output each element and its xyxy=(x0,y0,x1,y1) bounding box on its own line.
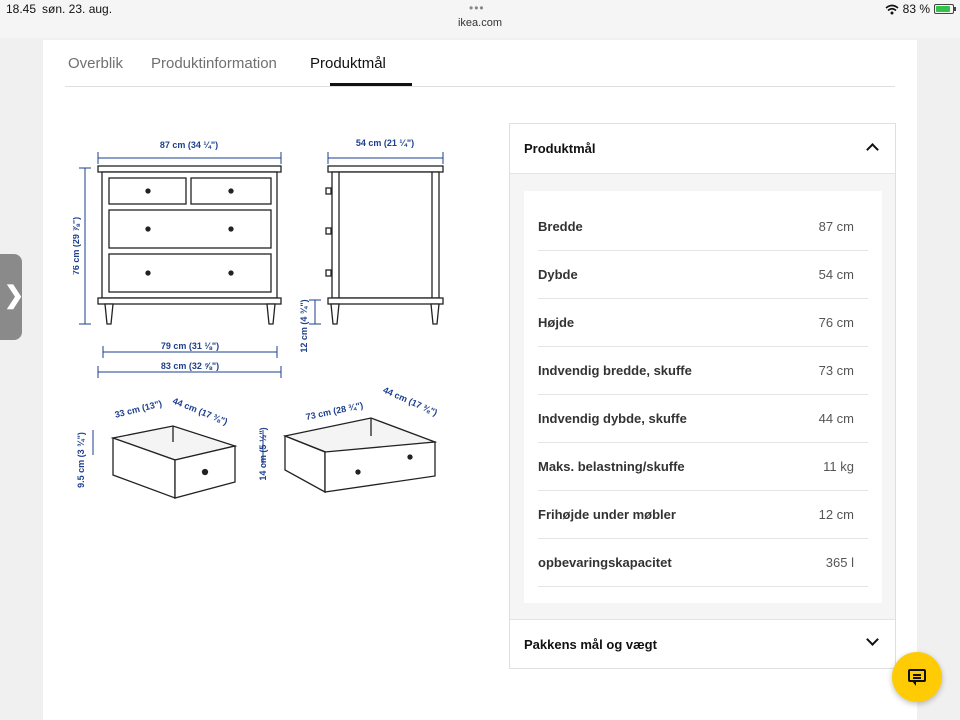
chevron-right-icon: ❯ xyxy=(4,282,25,309)
dimension-label: Frihøjde under møbler xyxy=(538,507,676,522)
chat-icon xyxy=(908,669,926,686)
dimensions-accordion-title: Produktmål xyxy=(524,141,596,156)
active-tab-indicator xyxy=(330,83,412,86)
dimension-label: Maks. belastning/skuffe xyxy=(538,459,685,474)
dimension-label: Indvendig bredde, skuffe xyxy=(538,363,692,378)
package-accordion-title: Pakkens mål og vægt xyxy=(524,637,657,652)
status-right: 83 % xyxy=(885,2,956,16)
label-small-drawer-height: 9.5 cm (3 ¾") xyxy=(76,432,86,488)
dimension-label: Højde xyxy=(538,315,575,330)
dimension-row: Maks. belastning/skuffe 11 kg xyxy=(538,443,868,491)
label-large-drawer-depth: 44 cm (17 ⅜") xyxy=(382,385,439,418)
dimension-value: 12 cm xyxy=(818,507,854,522)
label-large-drawer-height: 14 cm (5 ½") xyxy=(258,427,268,480)
small-drawer-illustration xyxy=(110,425,238,499)
large-drawer-illustration xyxy=(282,417,438,494)
dimensions-accordion-header[interactable]: Produktmål xyxy=(510,124,895,174)
product-page: Overblik Produktinformation Produktmål 8… xyxy=(43,40,917,720)
dimension-row: Dybde 54 cm xyxy=(538,251,868,299)
label-base-width: 83 cm (32 ⅝") xyxy=(161,361,219,371)
status-time: 18.45 xyxy=(6,2,37,16)
dimension-value: 87 cm xyxy=(818,219,854,234)
dresser-front-view xyxy=(97,165,282,325)
dimension-value: 73 cm xyxy=(818,363,854,378)
dimension-value: 11 kg xyxy=(823,459,854,474)
window-dots[interactable]: ••• xyxy=(469,1,485,15)
dresser-side-view xyxy=(325,165,444,325)
dimension-row: opbevaringskapacitet 365 l xyxy=(538,539,868,587)
dimension-label: Bredde xyxy=(538,219,583,234)
chevron-down-icon[interactable] xyxy=(866,633,879,646)
dimension-label: Indvendig dybde, skuffe xyxy=(538,411,687,426)
dimension-row: Bredde 87 cm xyxy=(538,203,868,251)
tab-product-information[interactable]: Produktinformation xyxy=(151,55,277,72)
chat-button[interactable] xyxy=(892,652,942,702)
wifi-icon xyxy=(885,4,899,14)
label-width: 87 cm (34 ¼") xyxy=(160,140,218,150)
dimension-row: Højde 76 cm xyxy=(538,299,868,347)
label-height: 76 cm (29 ⅞") xyxy=(73,217,81,275)
status-date: søn. 23. aug. xyxy=(42,2,113,16)
label-clearance: 12 cm (4 ¾") xyxy=(299,299,309,352)
side-panel-handle[interactable]: ❯ xyxy=(0,254,25,340)
status-bar: 18.45 søn. 23. aug. ••• ikea.com 83 % xyxy=(0,0,960,38)
dimension-row: Indvendig dybde, skuffe 44 cm xyxy=(538,395,868,443)
label-small-drawer-depth: 44 cm (17 ⅜") xyxy=(171,396,229,427)
dimension-label: opbevaringskapacitet xyxy=(538,555,672,570)
label-inner-width: 79 cm (31 ⅛") xyxy=(161,341,219,351)
tab-bar: Overblik Produktinformation Produktmål xyxy=(65,40,895,87)
address-bar-url[interactable]: ikea.com xyxy=(0,17,960,29)
dimension-label: Dybde xyxy=(538,267,578,282)
dimension-diagram: 87 cm (34 ¼") 54 cm (21 ¼") 76 cm (29 ⅞"… xyxy=(73,138,444,499)
label-small-drawer-width: 33 cm (13") xyxy=(114,398,163,419)
battery-icon xyxy=(934,4,956,14)
battery-percent: 83 % xyxy=(902,2,930,16)
tab-overview[interactable]: Overblik xyxy=(68,55,123,72)
dimension-value: 365 l xyxy=(825,555,854,570)
dimension-value: 54 cm xyxy=(818,267,854,282)
label-large-drawer-width: 73 cm (28 ¾") xyxy=(305,400,364,422)
dimension-value: 44 cm xyxy=(818,411,854,426)
label-depth: 54 cm (21 ¼") xyxy=(356,138,414,148)
chevron-up-icon[interactable] xyxy=(866,143,879,156)
dimensions-table: Bredde 87 cm Dybde 54 cm Højde 76 cm Ind… xyxy=(524,191,882,603)
dimension-value: 76 cm xyxy=(818,315,854,330)
tab-product-dimensions[interactable]: Produktmål xyxy=(310,55,386,72)
package-accordion-header[interactable]: Pakkens mål og vægt xyxy=(510,619,895,668)
dimensions-accordion: Produktmål Bredde 87 cm Dybde 54 cm Højd… xyxy=(509,123,896,669)
dimension-row: Frihøjde under møbler 12 cm xyxy=(538,491,868,539)
dimension-row: Indvendig bredde, skuffe 73 cm xyxy=(538,347,868,395)
